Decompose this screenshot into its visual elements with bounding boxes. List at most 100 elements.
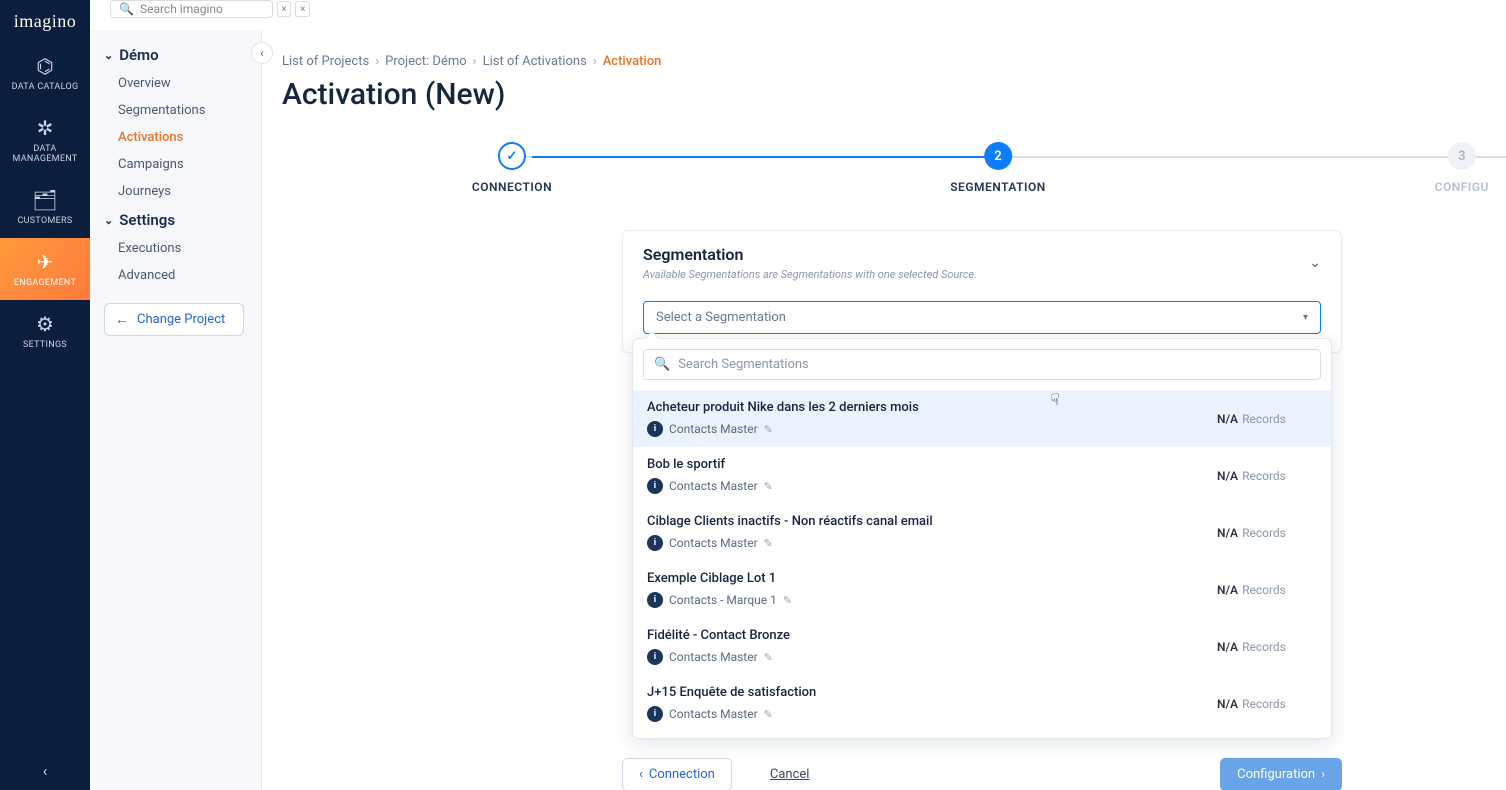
global-search-input[interactable]: 🔍 Search imagino	[110, 0, 273, 18]
change-project-label: Change Project	[137, 312, 225, 327]
sidebar-item[interactable]: Segmentations	[96, 97, 255, 124]
nav-item-label: ENGAGEMENT	[14, 278, 76, 288]
segmentation-search-placeholder: Search Segmentations	[678, 357, 809, 372]
segmentation-option-records: N/ARecords	[1217, 583, 1317, 597]
wizard-actions: ‹ Connection Cancel Configuration ›	[622, 758, 1342, 790]
step-line-progress	[532, 156, 1012, 158]
nav-item-customers[interactable]: 🗂CUSTOMERS	[0, 176, 90, 238]
search-icon: 🔍	[119, 2, 134, 16]
pencil-icon: ✎	[764, 537, 773, 550]
segmentation-search-input[interactable]: 🔍 Search Segmentations	[643, 349, 1321, 380]
stepper: ✓ CONNECTION 2 SEGMENTATION 3 CONFIGU	[282, 142, 1506, 202]
sidebar-group-header[interactable]: ⌄Démo	[96, 40, 255, 70]
segmentation-option[interactable]: Fidélité - Contact BronzeiContacts Maste…	[633, 618, 1331, 675]
cancel-button[interactable]: Cancel	[754, 759, 826, 790]
sidebar-group-title: Settings	[119, 211, 175, 229]
sidebar-group-header[interactable]: ⌄ Settings	[96, 205, 255, 235]
back-button[interactable]: ‹ Connection	[622, 758, 732, 790]
change-project-button[interactable]: ← Change Project	[104, 303, 244, 336]
search-icon: 🔍	[654, 357, 670, 372]
chevron-down-icon: ⌄	[1309, 255, 1321, 271]
segmentation-option-source: Contacts Master	[669, 650, 758, 664]
segmentation-title: Segmentation	[643, 245, 977, 264]
data-catalog-icon: ⌬	[36, 56, 53, 76]
breadcrumbs: List of Projects › Project: Démo › List of A…	[282, 54, 1506, 69]
caret-down-icon: ▾	[1303, 312, 1308, 323]
nav-item-engagement[interactable]: ✈ENGAGEMENT	[0, 238, 90, 300]
panel-collapse-button[interactable]: ⌄	[1309, 245, 1321, 271]
segmentation-dropdown: 🔍 Search Segmentations Acheteur produit …	[632, 338, 1332, 739]
search-clear-button[interactable]: ×	[277, 1, 292, 17]
nav-item-data-catalog[interactable]: ⌬ DATA CATALOG	[0, 42, 90, 104]
nav-item-label: DATA CATALOG	[12, 82, 79, 92]
primary-nav: imagino ⌬ DATA CATALOG ✲ DATA MANAGEMENT 🗂CU…	[0, 0, 90, 790]
arrow-left-icon: ←	[115, 311, 129, 328]
pencil-icon: ✎	[764, 423, 773, 436]
segmentation-option-records: N/ARecords	[1217, 640, 1317, 654]
source-badge-icon: i	[647, 421, 663, 437]
segmentation-option[interactable]: Bob le sportifiContacts Master✎N/ARecord…	[633, 447, 1331, 504]
segmentation-option-name: Ciblage Clients inactifs - Non réactifs …	[647, 514, 933, 529]
next-button[interactable]: Configuration ›	[1220, 758, 1342, 790]
nav-item-data-management[interactable]: ✲ DATA MANAGEMENT	[0, 104, 90, 176]
pencil-icon: ✎	[783, 594, 792, 607]
breadcrumb-separator: ›	[593, 54, 597, 69]
main-content: List of Projects › Project: Démo › List of A…	[262, 30, 1506, 790]
cancel-button-label: Cancel	[770, 767, 810, 782]
step-circle-future: 3	[1448, 142, 1476, 170]
segmentation-option[interactable]: J+15 Enquête de satisfactioniContacts Ma…	[633, 675, 1331, 732]
sidebar-group-title: Démo	[119, 46, 158, 64]
segmentation-option-records: N/ARecords	[1217, 526, 1317, 540]
nav-item-settings[interactable]: ⚙SETTINGS	[0, 300, 90, 362]
chevron-down-icon: ⌄	[104, 214, 113, 227]
sidebar-collapse-button[interactable]: ‹	[0, 751, 90, 790]
sidebar-item[interactable]: Activations	[96, 124, 255, 151]
step-label: SEGMENTATION	[950, 180, 1046, 194]
brand-logo: imagino	[0, 0, 90, 42]
breadcrumb-item: Activation	[603, 54, 662, 69]
pencil-icon: ✎	[764, 480, 773, 493]
segmentation-select[interactable]: Select a Segmentation ▾	[643, 301, 1321, 334]
breadcrumb-item[interactable]: List of Activations	[483, 54, 587, 69]
breadcrumb-item[interactable]: List of Projects	[282, 54, 369, 69]
chevron-left-icon: ‹	[639, 767, 643, 782]
step-connection[interactable]: ✓ CONNECTION	[472, 142, 552, 194]
segmentation-option-source: Contacts Master	[669, 479, 758, 493]
segmentation-option-name: J+15 Enquête de satisfaction	[647, 685, 816, 700]
next-button-label: Configuration	[1237, 767, 1315, 782]
source-badge-icon: i	[647, 535, 663, 551]
sidebar-item[interactable]: Advanced	[96, 262, 255, 289]
segmentation-panel: Segmentation Available Segmentations are…	[622, 230, 1342, 353]
segmentation-option-source: Contacts - Marque 1	[669, 593, 777, 607]
nav-item-label: DATA MANAGEMENT	[4, 144, 86, 164]
step-configuration: 3 CONFIGU	[1435, 142, 1489, 194]
step-circle-done: ✓	[498, 142, 526, 170]
sidebar-item[interactable]: Overview	[96, 70, 255, 97]
pencil-icon: ✎	[764, 708, 773, 721]
segmentation-option-records: N/ARecords	[1217, 469, 1317, 483]
data-management-icon: ✲	[37, 118, 54, 138]
segmentation-option[interactable]: Exemple Ciblage Lot 1 i Contacts - Marque …	[633, 561, 1331, 618]
source-badge-icon: i	[647, 592, 663, 608]
chevron-right-icon: ›	[1321, 767, 1325, 782]
segmentation-option-source: Contacts Master	[669, 422, 758, 436]
step-segmentation[interactable]: 2 SEGMENTATION	[950, 142, 1046, 194]
step-label: CONNECTION	[472, 180, 552, 194]
step-label: CONFIGU	[1435, 180, 1489, 194]
sidebar-item[interactable]: Journeys	[96, 178, 255, 205]
segmentation-option[interactable]: Ciblage Clients inactifs - Non réactifs …	[633, 504, 1331, 561]
page-title: Activation (New)	[282, 77, 1506, 112]
project-sidebar: ‹ ⌄DémoOverviewSegmentationsActivationsC…	[90, 30, 262, 790]
sidebar-item[interactable]: Campaigns	[96, 151, 255, 178]
settings-icon: ⚙	[36, 314, 54, 334]
breadcrumb-item[interactable]: Project: Démo	[385, 54, 467, 69]
segmentation-option-records: N/ARecords	[1217, 697, 1317, 711]
segmentation-option-name: Acheteur produit Nike dans les 2 dernier…	[647, 400, 919, 415]
step-circle-current: 2	[984, 142, 1012, 170]
sidebar-item[interactable]: Executions	[96, 235, 255, 262]
segmentation-option-name: Fidélité - Contact Bronze	[647, 628, 790, 643]
segmentation-option[interactable]: Acheteur produit Nike dans les 2 dernier…	[633, 390, 1331, 447]
breadcrumb-separator: ›	[375, 54, 379, 69]
segmentation-option-name: Exemple Ciblage Lot 1	[647, 571, 792, 586]
search-close-button[interactable]: ×	[295, 1, 310, 17]
